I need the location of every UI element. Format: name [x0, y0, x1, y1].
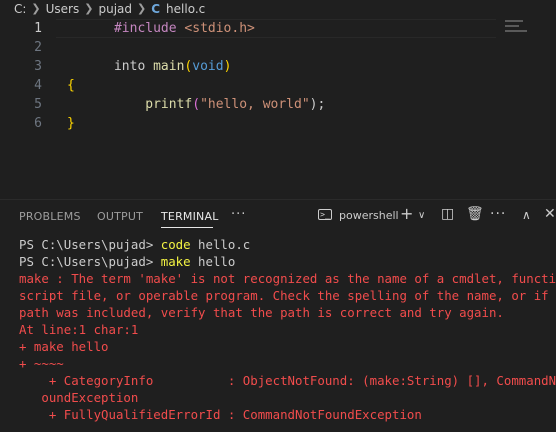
tab-problems[interactable]: PROBLEMS	[19, 210, 81, 223]
terminal-error-line: + FullyQualifiedErrorId : CommandNotFoun…	[19, 407, 422, 422]
code-token: }	[67, 116, 75, 131]
code-token: #include	[113, 21, 177, 36]
code-token: (	[192, 97, 201, 112]
more-icon[interactable]: ···	[490, 206, 506, 222]
code-token: printf	[145, 97, 193, 112]
panel-tabs: PROBLEMS OUTPUT TERMINAL ··· >_ powershe…	[0, 200, 556, 234]
terminal-error-line: + make hello	[19, 339, 109, 354]
line-number: 5	[34, 97, 42, 112]
terminal-icon: >_	[318, 209, 332, 220]
terminal-output[interactable]: PS C:\Users\pujad> code hello.c PS C:\Us…	[0, 236, 556, 432]
line-number: 2	[34, 40, 42, 55]
terminal-shell-label[interactable]: powershell	[339, 209, 399, 222]
minimap[interactable]	[505, 17, 543, 47]
terminal-argument: hello	[190, 254, 236, 269]
terminal-command: code	[160, 237, 191, 252]
line-number: 1	[34, 21, 42, 36]
terminal-error-line: + CategoryInfo : ObjectNotFound: (make:S…	[19, 373, 556, 388]
code-token: void	[192, 59, 224, 74]
terminal-line: PS C:\Users\pujad> code hello.c	[19, 236, 556, 253]
code-editor[interactable]: 1 #include <stdio.h> 2 3 into main(void)…	[0, 17, 556, 195]
line-number: 6	[34, 116, 42, 131]
terminal-error-line: At line:1 char:1	[19, 322, 139, 337]
code-token: "hello, world"	[200, 97, 310, 112]
plus-icon[interactable]: +	[400, 204, 413, 223]
code-line-1[interactable]: 1 #include <stdio.h>	[0, 19, 556, 38]
terminal-line: PS C:\Users\pujad> make hello	[19, 253, 556, 270]
chevron-down-icon[interactable]: ∨	[418, 210, 425, 221]
terminal-error-line: path was included, verify that the path …	[19, 305, 504, 320]
active-tab-indicator	[161, 227, 213, 228]
line-number: 4	[34, 78, 42, 93]
maximize-icon[interactable]: ∧	[522, 208, 531, 222]
tab-terminal[interactable]: TERMINAL	[161, 210, 219, 223]
terminal-prompt: PS C:\Users\pujad>	[19, 254, 161, 269]
trash-icon[interactable]: 🗑	[466, 206, 484, 222]
breadcrumb-drive[interactable]: C:	[14, 2, 26, 16]
tab-output[interactable]: OUTPUT	[97, 210, 143, 223]
terminal-error-line: oundException	[19, 390, 139, 405]
terminal-error-line: script file, or operable program. Check …	[19, 288, 556, 303]
chevron-right-icon: ❯	[31, 2, 41, 15]
code-token: into	[113, 59, 146, 74]
terminal-command: make	[160, 254, 191, 269]
terminal-prompt: PS C:\Users\pujad>	[19, 237, 161, 252]
split-icon[interactable]: ◫	[441, 206, 454, 222]
line-number: 3	[34, 59, 42, 74]
code-line-3[interactable]: 3 into main(void)	[0, 57, 556, 76]
code-line-6[interactable]: 6 }	[0, 114, 556, 133]
close-icon[interactable]: ✕	[544, 206, 556, 222]
terminal-error-line: + ~~~~	[19, 356, 64, 371]
terminal-argument: hello.c	[190, 237, 251, 252]
terminal-error-line: make : The term 'make' is not recognized…	[19, 271, 556, 286]
code-token: main	[153, 59, 185, 74]
code-token: );	[309, 97, 326, 112]
code-token: )	[223, 59, 232, 74]
code-line-5[interactable]: 5 printf("hello, world");	[0, 95, 556, 114]
code-token: <stdio.h>	[184, 21, 255, 36]
more-icon[interactable]: ···	[231, 207, 246, 222]
